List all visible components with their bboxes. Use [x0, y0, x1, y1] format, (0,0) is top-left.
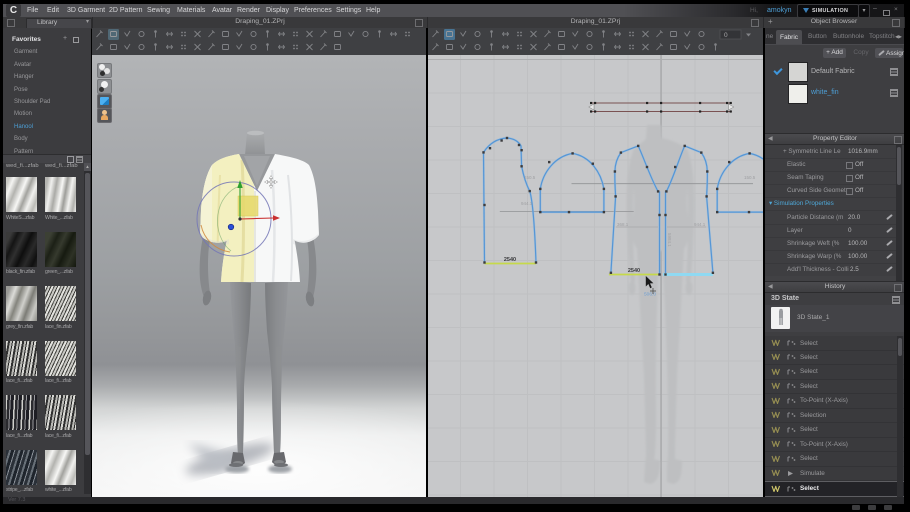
svg-text:2540: 2540: [628, 268, 640, 274]
svg-text:5984.1: 5984.1: [667, 233, 672, 247]
svg-text:944.1: 944.1: [694, 222, 706, 227]
svg-text:944.1: 944.1: [521, 201, 533, 206]
svg-text:2540: 2540: [504, 257, 516, 263]
svg-text:0: 0: [724, 32, 728, 39]
svg-text:506.0: 506.0: [644, 292, 656, 298]
svg-text:150.5: 150.5: [744, 175, 756, 180]
svg-text:368.1: 368.1: [617, 222, 629, 227]
svg-text:150.5: 150.5: [524, 175, 536, 180]
